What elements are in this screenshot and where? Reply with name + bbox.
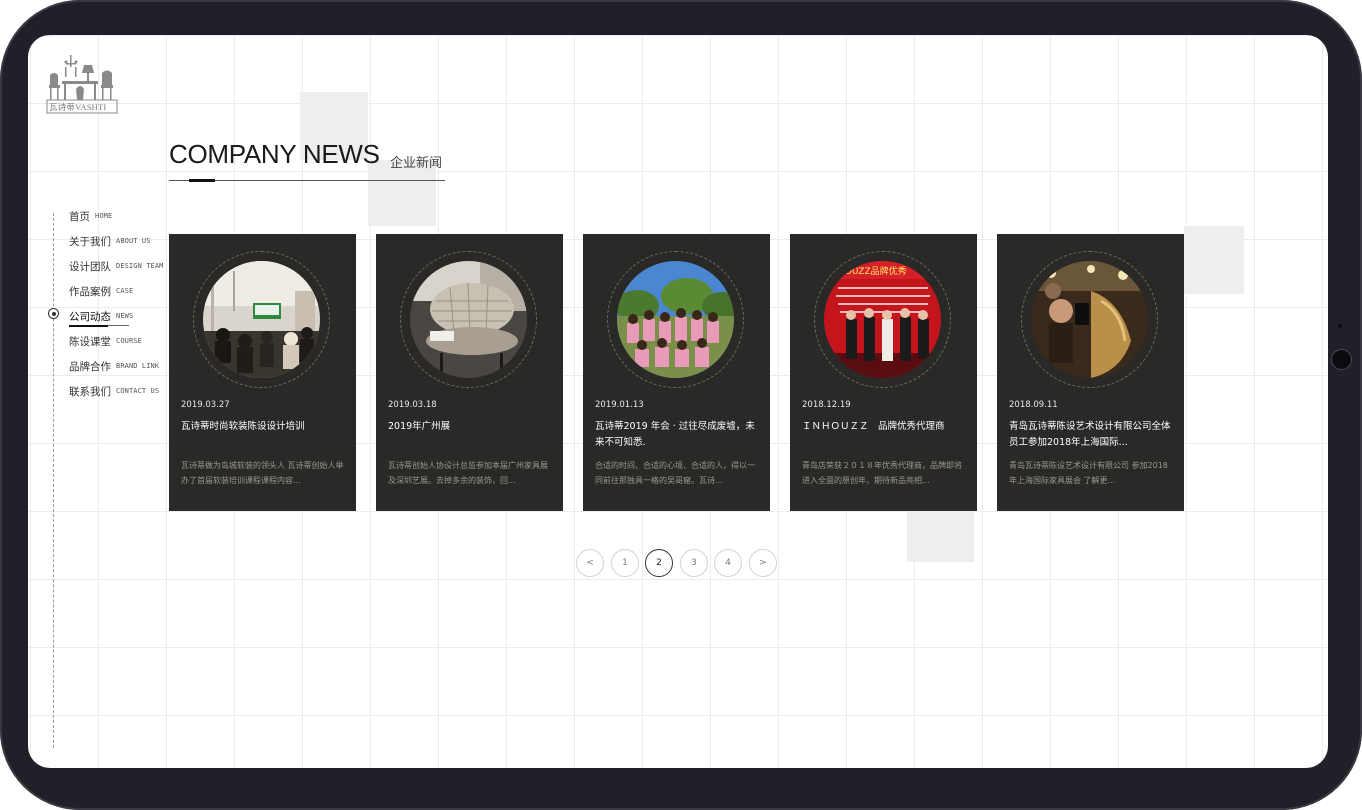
- news-summary: 青岛店荣获２０１８年优秀代理商，品牌即将进入全面的原创年，期待新品亮相...: [802, 461, 962, 485]
- screen: 瓦诗蒂VASHTI 首页 HOME 关于我们 ABOUT US 设计团队 DES…: [28, 35, 1328, 768]
- nav-item-home[interactable]: 首页 HOME: [69, 206, 189, 226]
- home-button[interactable]: [1331, 349, 1352, 370]
- photo-frame: [400, 251, 537, 388]
- nav-active-marker-icon: [48, 308, 59, 319]
- page-button-3[interactable]: 3: [680, 549, 708, 577]
- news-date: 2018.12.19: [802, 400, 851, 410]
- news-card[interactable]: HOUZZ品牌优秀 2018.12.19 ＩＮＨＯＵＺＺ 品牌优秀代理商 青岛店…: [790, 234, 977, 511]
- prev-page-button[interactable]: <: [576, 549, 604, 577]
- news-title[interactable]: 瓦诗蒂2019 年会 · 过往尽成废墟，未来不可知悉.: [595, 419, 759, 451]
- news-summary: 瓦诗蒂创始人协设计总监参加本届广州家具展及深圳艺展。去掉多余的装饰，回...: [388, 461, 548, 485]
- section-title: COMPANY NEWS: [169, 139, 380, 169]
- news-summary: 合适的时间、合适的心境、合适的人，得以一同前往那独具一格的吴哥窟。瓦诗...: [595, 461, 755, 485]
- news-date: 2019.01.13: [595, 400, 644, 410]
- logo[interactable]: 瓦诗蒂VASHTI: [46, 53, 118, 115]
- photo-frame: [607, 251, 744, 388]
- photo-frame: [193, 251, 330, 388]
- news-summary: 瓦诗蒂做为岛城软装的领头人 瓦诗蒂创始人举办了首届软装培训课程课程内容...: [181, 461, 344, 485]
- page-button-1[interactable]: 1: [611, 549, 639, 577]
- award-ceremony-photo: HOUZZ品牌优秀: [824, 261, 941, 378]
- news-title[interactable]: 青岛瓦诗蒂陈设艺术设计有限公司全体员工参加2018年上海国际...: [1009, 419, 1173, 451]
- section-divider: [169, 179, 445, 182]
- news-card[interactable]: 2019.03.18 2019年广州展 瓦诗蒂创始人协设计总监参加本届广州家具展…: [376, 234, 563, 511]
- decor-block: [1184, 226, 1244, 294]
- nav-timeline: [53, 213, 54, 748]
- news-title[interactable]: 瓦诗蒂时尚软装陈设设计培训: [181, 419, 345, 435]
- page-button-2[interactable]: 2: [645, 549, 673, 577]
- furniture-chair-photo: [410, 261, 527, 378]
- news-date: 2018.09.11: [1009, 400, 1058, 410]
- fair-selfie-photo: [1031, 261, 1148, 378]
- training-room-photo: [203, 261, 320, 378]
- team-group-photo: [617, 261, 734, 378]
- camera-dot: [1338, 324, 1342, 328]
- news-date: 2019.03.18: [388, 400, 437, 410]
- nav-active-underline: [69, 325, 129, 327]
- logo-text: 瓦诗蒂VASHTI: [49, 102, 107, 113]
- news-date: 2019.03.27: [181, 400, 230, 410]
- news-summary: 青岛瓦诗蒂陈设艺术设计有限公司 参加2018年上海国际家具展会 了解更...: [1009, 461, 1168, 485]
- news-title[interactable]: ＩＮＨＯＵＺＺ 品牌优秀代理商: [802, 419, 966, 435]
- next-page-button[interactable]: >: [749, 549, 777, 577]
- photo-banner-text: HOUZZ品牌优秀: [838, 265, 907, 277]
- section-subtitle: 企业新闻: [390, 156, 443, 171]
- news-card[interactable]: 2018.09.11 青岛瓦诗蒂陈设艺术设计有限公司全体员工参加2018年上海国…: [997, 234, 1184, 511]
- page-button-4[interactable]: 4: [714, 549, 742, 577]
- photo-frame: [1021, 251, 1158, 388]
- decor-block: [907, 512, 974, 562]
- news-title[interactable]: 2019年广州展: [388, 419, 552, 435]
- news-card[interactable]: 2019.01.13 瓦诗蒂2019 年会 · 过往尽成废墟，未来不可知悉. 合…: [583, 234, 770, 511]
- news-card[interactable]: 2019.03.27 瓦诗蒂时尚软装陈设设计培训 瓦诗蒂做为岛城软装的领头人 瓦…: [169, 234, 356, 511]
- photo-frame: HOUZZ品牌优秀: [814, 251, 951, 388]
